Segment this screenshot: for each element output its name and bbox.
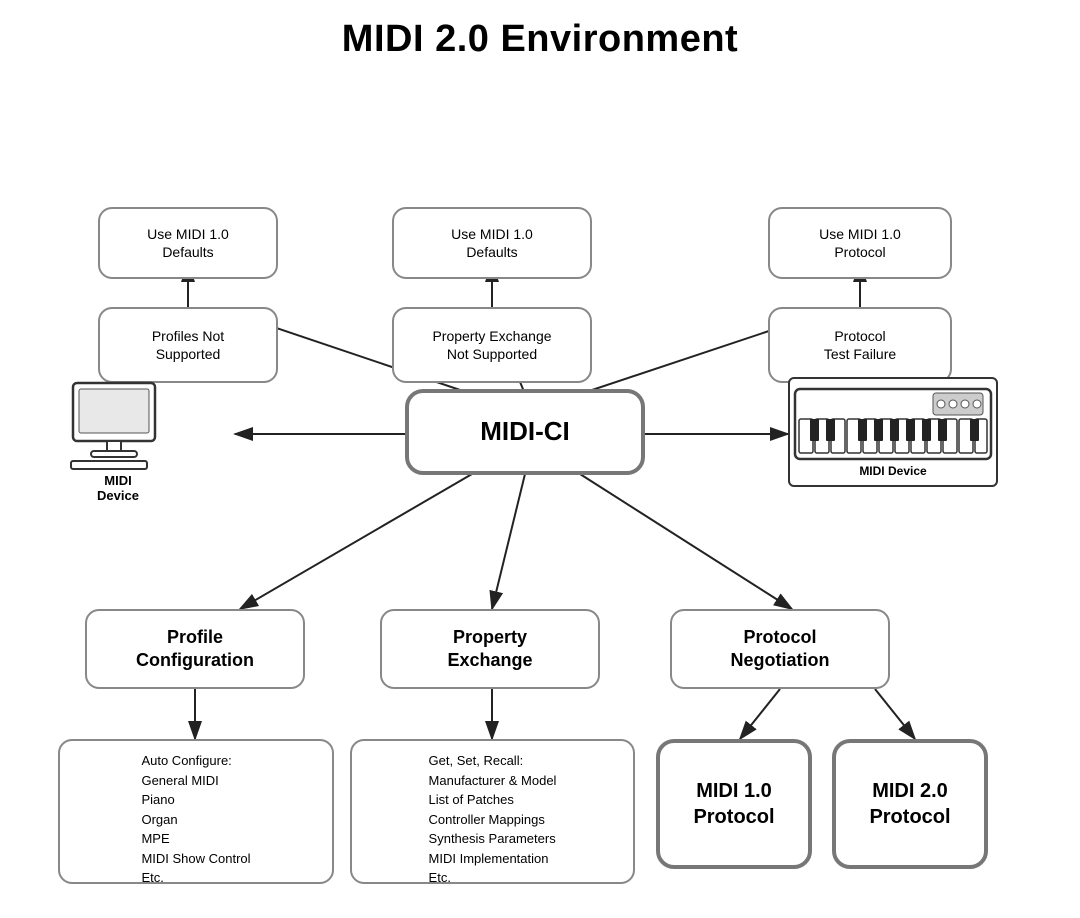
protocol-negotiation: Protocol Negotiation bbox=[670, 609, 890, 689]
protocol-test-failure: Protocol Test Failure bbox=[768, 307, 952, 383]
midi10-protocol: MIDI 1.0 Protocol bbox=[656, 739, 812, 869]
midi20-protocol: MIDI 2.0 Protocol bbox=[832, 739, 988, 869]
profiles-not-supported: Profiles Not Supported bbox=[98, 307, 278, 383]
property-exchange: Property Exchange bbox=[380, 609, 600, 689]
midi-device-right: MIDI Device bbox=[788, 377, 998, 487]
midi-device-right-label: MIDI Device bbox=[859, 464, 926, 478]
page-title: MIDI 2.0 Environment bbox=[342, 18, 738, 61]
keyboard-svg bbox=[793, 387, 993, 462]
midi-device-left-label: MIDI Device bbox=[97, 473, 139, 504]
page-wrapper: MIDI 2.0 Environment bbox=[0, 0, 1080, 918]
midi-device-left: MIDI Device bbox=[38, 374, 198, 504]
property-exchange-not-supported: Property Exchange Not Supported bbox=[392, 307, 592, 383]
use-midi-defaults-left: Use MIDI 1.0 Defaults bbox=[98, 207, 278, 279]
midi-ci-box: MIDI-CI bbox=[405, 389, 645, 475]
get-set-recall: Get, Set, Recall: Manufacturer & Model L… bbox=[350, 739, 635, 884]
auto-configure: Auto Configure: General MIDI Piano Organ… bbox=[58, 739, 334, 884]
diagram: Use MIDI 1.0 Defaults Use MIDI 1.0 Defau… bbox=[20, 79, 1060, 908]
use-midi-defaults-center: Use MIDI 1.0 Defaults bbox=[392, 207, 592, 279]
use-midi-protocol: Use MIDI 1.0 Protocol bbox=[768, 207, 952, 279]
computer-svg bbox=[63, 381, 173, 471]
profile-configuration: Profile Configuration bbox=[85, 609, 305, 689]
